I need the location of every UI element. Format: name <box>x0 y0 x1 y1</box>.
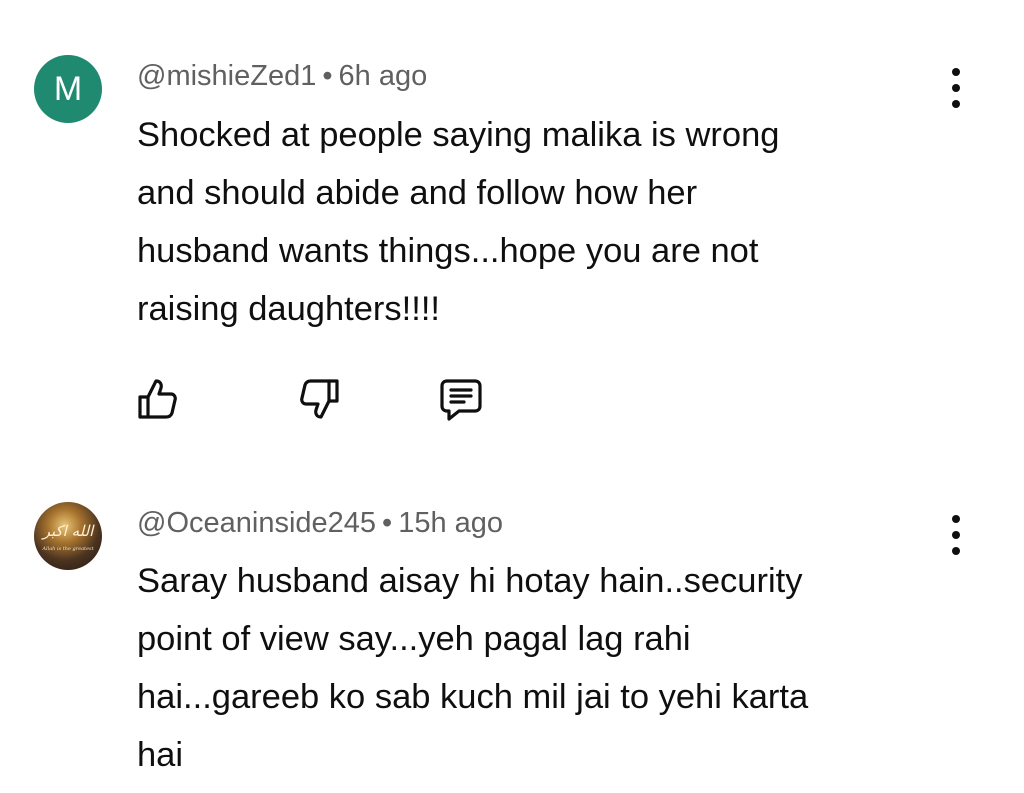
comment-text-line: Saray husband aisay hi hotay hain..secur… <box>137 562 803 600</box>
comment-text-line: hai <box>137 736 184 774</box>
more-options-icon[interactable] <box>942 68 970 108</box>
comment-text-line: point of view say...yeh pagal lag rahi <box>137 620 691 658</box>
comment-text: Shocked at people saying malika is wrong… <box>137 106 937 338</box>
comment-meta: @Oceaninside245 • 15h ago <box>137 507 503 540</box>
comment-text-line: hai...gareeb ko sab kuch mil jai to yehi… <box>137 678 809 716</box>
avatar-caption: Allah is the greatest <box>42 546 94 552</box>
avatar-calligraphy: الله اكبر <box>42 522 94 540</box>
comment-text-line: and should abide and follow how her <box>137 174 698 212</box>
reply-icon <box>440 379 482 421</box>
meta-separator: • <box>322 60 333 92</box>
comment-time: 15h ago <box>398 507 504 539</box>
comment-author[interactable]: @mishieZed1 <box>137 60 316 92</box>
like-icon <box>138 379 177 419</box>
dislike-button[interactable] <box>295 375 343 423</box>
comment-text-line: raising daughters!!!! <box>137 290 441 328</box>
dislike-icon <box>300 379 339 419</box>
comment-text-line: Shocked at people saying malika is wrong <box>137 116 780 154</box>
comment-text-line: husband wants things...hope you are not <box>137 232 759 270</box>
more-options-icon[interactable] <box>942 515 970 555</box>
comment-time: 6h ago <box>338 60 428 92</box>
comment-text: Saray husband aisay hi hotay hain..secur… <box>137 552 937 784</box>
avatar[interactable]: M <box>34 55 102 123</box>
meta-separator: • <box>382 507 393 539</box>
like-button[interactable] <box>134 375 182 423</box>
comment-meta: @mishieZed1 • 6h ago <box>137 60 427 93</box>
reply-button[interactable] <box>437 375 485 423</box>
comment-author[interactable]: @Oceaninside245 <box>137 507 376 539</box>
avatar[interactable]: الله اكبر Allah is the greatest <box>34 502 102 570</box>
